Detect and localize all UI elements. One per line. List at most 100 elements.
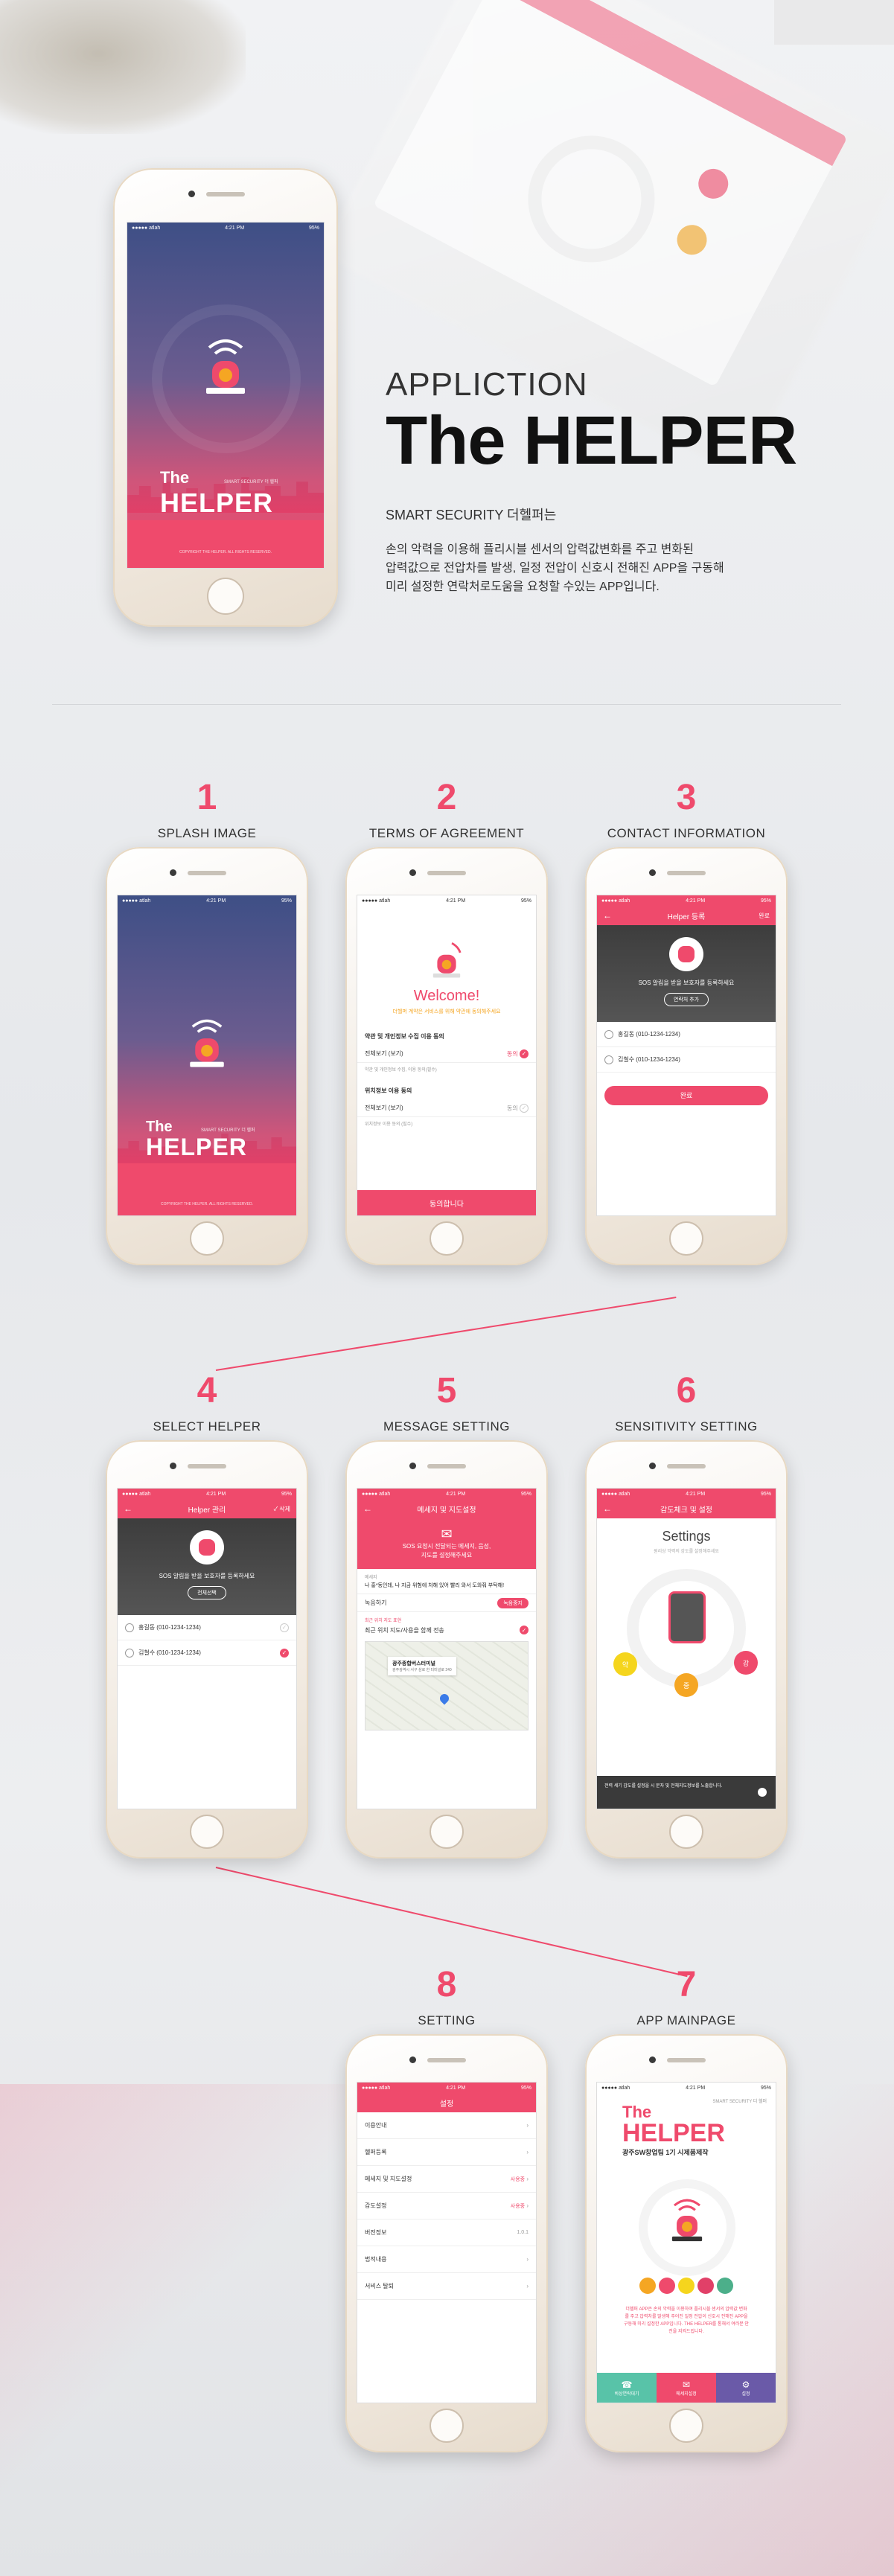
tab-settings[interactable]: ⚙ 설정 xyxy=(716,2373,776,2403)
home-button[interactable] xyxy=(430,1221,464,1256)
screen: ●●●●● atlah 4:21 PM 95% ← 감도체크 및 설정 Setting… xyxy=(596,1488,776,1809)
time: 4:21 PM xyxy=(446,898,466,904)
agree-button[interactable]: 동의합니다 xyxy=(357,1190,536,1215)
status-bar: ●●●●● atlah 4:21 PM 95% xyxy=(597,2083,776,2093)
settings-heading: Settings xyxy=(662,1529,711,1544)
check-icon[interactable]: ✓ xyxy=(280,1623,289,1632)
delete-button[interactable]: ✓ 삭제 xyxy=(274,1505,290,1513)
step-8: 8 SETTING xyxy=(342,1967,551,2028)
step-label: SETTING xyxy=(418,2013,476,2027)
hero-description: 손의 악력을 이용해 플리시블 센서의 압력값변화를 주고 변화된 압력값으로 … xyxy=(386,540,802,596)
step-number: 4 xyxy=(197,1371,217,1410)
view-all-link[interactable]: 전체보기 (보기) xyxy=(365,1049,403,1058)
home-button[interactable] xyxy=(207,578,244,615)
splash-helper: HELPER xyxy=(146,1134,247,1160)
check-icon[interactable]: ✓ xyxy=(280,1648,289,1658)
select-all-button[interactable]: 전체선택 xyxy=(188,1586,226,1599)
strong-option[interactable]: 강 xyxy=(734,1651,758,1675)
map[interactable]: 광주종합버스터미널 광주광역시 서구 삼로 한 터미널로 240 xyxy=(365,1641,529,1730)
contact-row[interactable]: 홍길동 (010-1234-1234) xyxy=(597,1022,776,1047)
settings-item[interactable]: 서비스 탈퇴 › xyxy=(357,2273,536,2300)
avatar[interactable] xyxy=(639,2278,656,2294)
terms-row-2[interactable]: 전체보기 (보기) 동의 ✓ xyxy=(357,1099,536,1117)
view-all-link[interactable]: 전체보기 (보기) xyxy=(365,1104,403,1112)
tab-emergency[interactable]: ☎ 비상연락대기 xyxy=(597,2373,657,2403)
speaker xyxy=(427,1464,466,1468)
speaker xyxy=(427,2058,466,2062)
agree-toggle[interactable]: 동의 ✓ xyxy=(507,1103,529,1113)
time: 4:21 PM xyxy=(446,2085,466,2091)
phone-terms: ●●●●● atlah 4:21 PM 95% Welcome! 더헬퍼 계약은 서… xyxy=(345,847,548,1265)
chevron-right-icon: › xyxy=(526,2122,529,2129)
home-button[interactable] xyxy=(190,1221,224,1256)
battery: 95% xyxy=(520,898,531,904)
person-icon xyxy=(604,1029,613,1039)
home-button[interactable] xyxy=(430,1815,464,1849)
step-label: SENSITIVITY SETTING xyxy=(615,1419,758,1434)
stop-recording-button[interactable]: 녹음중지 xyxy=(497,1597,529,1608)
banner-line-2: 지도를 설정해주세요 xyxy=(421,1552,473,1559)
back-icon[interactable]: ← xyxy=(363,1503,372,1514)
speaker xyxy=(667,871,706,875)
screen: ●●●●● atlah 4:21 PM 95% 설정 이용안내 › 헬퍼등록 › 메세지… xyxy=(357,2082,537,2403)
status-bar: ●●●●● atlah 4:21 PM 95% xyxy=(118,895,296,906)
home-button[interactable] xyxy=(669,1221,703,1256)
done-button[interactable]: 완료 xyxy=(759,912,770,920)
helper-name: 김철수 (010-1234-1234) xyxy=(138,1649,201,1656)
message-text[interactable]: 나 홍*동인데, 나 지금 위험에 처해 있어 빨리 와서 도와줘 부탁해! xyxy=(357,1580,536,1594)
helper-row[interactable]: 홍길동 (010-1234-1234) ✓ xyxy=(118,1615,296,1640)
status-bar: ●●●●● atlah 4:21 PM 95% xyxy=(597,1489,776,1499)
location-row[interactable]: 최근 위치 지도/사용을 함께 전송 ✓ xyxy=(357,1623,536,1637)
add-contact-button[interactable]: 연락처 추가 xyxy=(663,993,709,1006)
back-icon[interactable]: ← xyxy=(603,1503,612,1514)
speaker xyxy=(427,871,466,875)
settings-item[interactable]: 법적내용 › xyxy=(357,2246,536,2273)
settings-item[interactable]: 버전정보 1.0.1 xyxy=(357,2219,536,2246)
helper-row[interactable]: 김철수 (010-1234-1234) ✓ xyxy=(118,1640,296,1666)
avatar[interactable] xyxy=(697,2278,714,2294)
settings-list: 이용안내 › 헬퍼등록 › 메세지 및 지도설정 사용중 › 감도설정 사용중 › 버전… xyxy=(357,2112,536,2300)
sos-band: SOS 알림을 받을 보호자를 등록하세요 전체선택 xyxy=(118,1518,296,1615)
check-icon[interactable]: ✓ xyxy=(520,1626,529,1634)
home-button[interactable] xyxy=(430,2409,464,2443)
terms-row-1[interactable]: 전체보기 (보기) 동의 ✓ xyxy=(357,1045,536,1063)
bottom-tab-bar: ☎ 비상연락대기 ✉ 메세지설정 ⚙ 설정 xyxy=(597,2373,776,2403)
speaker xyxy=(667,2058,706,2062)
home-button[interactable] xyxy=(669,2409,703,2443)
mid-option[interactable]: 중 xyxy=(674,1673,698,1697)
agree-toggle[interactable]: 동의 ✓ xyxy=(507,1049,529,1058)
tab-message[interactable]: ✉ 메세지설정 xyxy=(657,2373,716,2403)
person-icon xyxy=(604,1055,613,1064)
splash-helper: HELPER xyxy=(160,488,274,518)
status-bar: ●●●●● atlah 4:21 PM 95% xyxy=(597,895,776,906)
home-button[interactable] xyxy=(190,1815,224,1849)
settings-item[interactable]: 감도설정 사용중 › xyxy=(357,2193,536,2219)
battery: 95% xyxy=(308,225,319,231)
avatar[interactable] xyxy=(659,2278,675,2294)
back-icon[interactable]: ← xyxy=(124,1503,132,1514)
home-button[interactable] xyxy=(669,1815,703,1849)
contact-row[interactable]: 김철수 (010-1234-1234) xyxy=(597,1047,776,1073)
note-text: 전력 세기 감도를 설정을 시 문자 및 전체지도정보를 노출합니다. xyxy=(604,1784,723,1789)
back-icon[interactable]: ← xyxy=(603,910,612,921)
terms-note-2: 위치정보 이용 동의 (필수) xyxy=(365,1122,413,1127)
time: 4:21 PM xyxy=(686,1491,706,1497)
step-label: SPLASH IMAGE xyxy=(157,826,257,840)
carrier: ●●●●● atlah xyxy=(362,1491,391,1497)
toggle-icon[interactable] xyxy=(758,1788,767,1797)
carrier: ●●●●● atlah xyxy=(362,898,391,904)
main-paragraph: 더헬퍼 APP은 손의 악력을 이용하여 플리시블 센서의 압력값 변화를 주고… xyxy=(624,2307,749,2334)
terms-section-2: 위치정보 이용 동의 전체보기 (보기) 동의 ✓ 위치정보 이용 동의 (필수) xyxy=(357,1081,536,1130)
settings-item[interactable]: 이용안내 › xyxy=(357,2112,536,2139)
settings-item[interactable]: 헬퍼등록 › xyxy=(357,2139,536,2166)
avatar[interactable] xyxy=(717,2278,733,2294)
siren-icon xyxy=(432,942,462,978)
step-label: TERMS OF AGREEMENT xyxy=(368,826,525,840)
header: ← Helper 관리 ✓ 삭제 xyxy=(118,1499,296,1518)
battery: 95% xyxy=(520,2085,531,2091)
weak-option[interactable]: 약 xyxy=(613,1652,637,1676)
header-title: 설정 xyxy=(439,2100,454,2109)
complete-button[interactable]: 완료 xyxy=(604,1086,768,1105)
settings-item[interactable]: 메세지 및 지도설정 사용중 › xyxy=(357,2166,536,2193)
avatar[interactable] xyxy=(678,2278,695,2294)
